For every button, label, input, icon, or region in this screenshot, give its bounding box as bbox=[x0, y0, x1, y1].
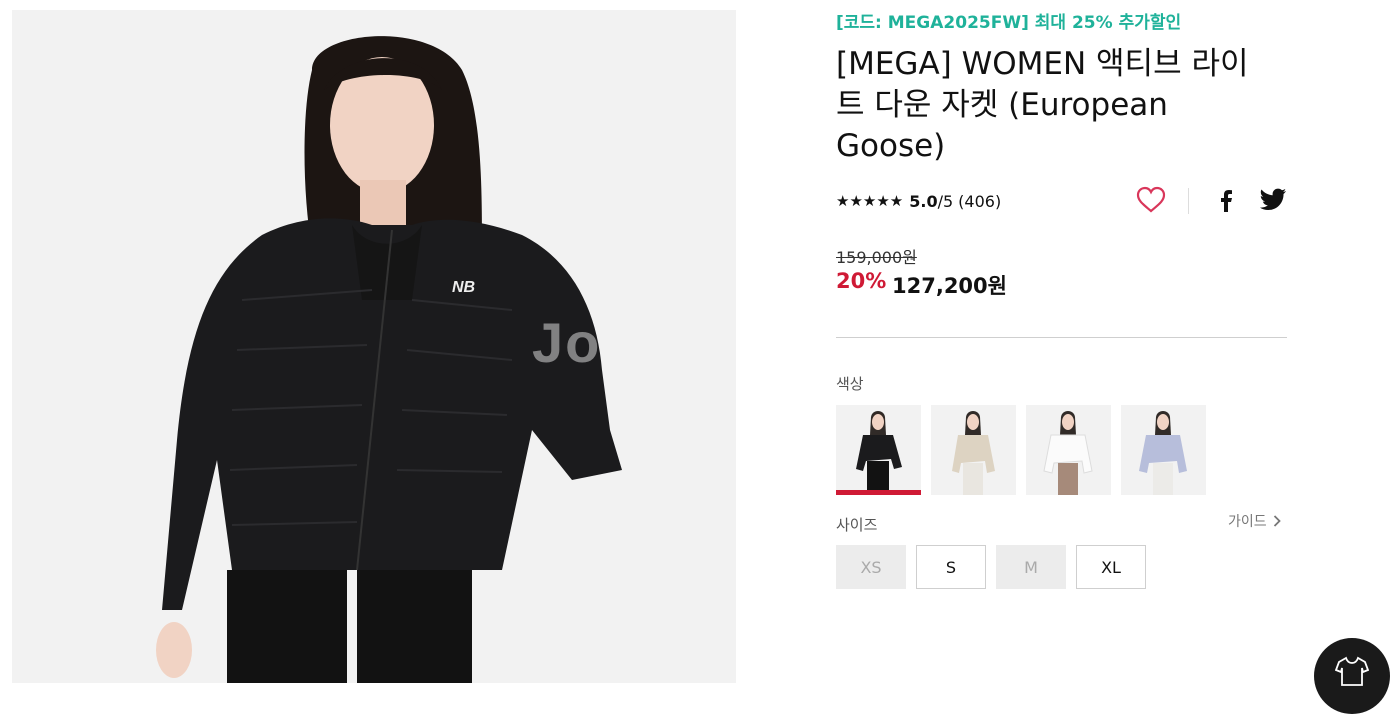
color-swatch-list bbox=[836, 405, 1206, 495]
heart-icon bbox=[1136, 186, 1166, 213]
selected-indicator bbox=[836, 490, 921, 495]
floating-fitting-button[interactable] bbox=[1314, 638, 1390, 714]
color-swatch-beige[interactable] bbox=[931, 405, 1016, 495]
size-option-m[interactable]: M bbox=[996, 545, 1066, 589]
size-option-s[interactable]: S bbox=[916, 545, 986, 589]
section-divider bbox=[836, 337, 1287, 338]
svg-text:NB: NB bbox=[452, 279, 475, 296]
share-divider bbox=[1188, 188, 1189, 214]
swatch-beige-thumbnail bbox=[931, 405, 1016, 495]
size-label: 사이즈 bbox=[836, 516, 878, 534]
original-price: 159,000원 bbox=[836, 248, 917, 267]
product-main-image: NB Jo bbox=[12, 10, 736, 683]
facebook-icon bbox=[1221, 190, 1232, 212]
shirt-icon bbox=[1335, 656, 1369, 686]
twitter-icon bbox=[1259, 188, 1286, 210]
discount-rate: 20% bbox=[836, 269, 887, 293]
swatch-white-thumbnail bbox=[1026, 405, 1111, 495]
sale-price: 127,200원 bbox=[892, 274, 1007, 298]
twitter-share-button[interactable] bbox=[1259, 188, 1287, 212]
model-illustration: NB bbox=[12, 10, 736, 683]
size-option-xl[interactable]: XL bbox=[1076, 545, 1146, 589]
size-guide-label: 가이드 bbox=[1228, 514, 1267, 530]
review-count: (406) bbox=[958, 191, 1002, 211]
color-swatch-black[interactable] bbox=[836, 405, 921, 495]
promo-code-text: [코드: MEGA2025FW] 최대 25% 추가할인 bbox=[836, 13, 1182, 33]
product-title: [MEGA] WOMEN 액티브 라이트 다운 자켓 (European Goo… bbox=[836, 46, 1249, 164]
color-swatch-lavender[interactable] bbox=[1121, 405, 1206, 495]
rating-score: 5.0 bbox=[909, 191, 938, 211]
size-option-xs[interactable]: XS bbox=[836, 545, 906, 589]
swatch-lavender-thumbnail bbox=[1121, 405, 1206, 495]
size-option-list: XS S M XL bbox=[836, 545, 1146, 589]
facebook-share-button[interactable] bbox=[1216, 186, 1236, 214]
watermark-text: Jo bbox=[532, 311, 602, 374]
color-label: 색상 bbox=[836, 375, 864, 393]
rating-denominator: /5 bbox=[937, 191, 954, 211]
color-swatch-white[interactable] bbox=[1026, 405, 1111, 495]
size-guide-link[interactable]: 가이드 bbox=[1228, 511, 1281, 531]
rating-summary[interactable]: ★★★★★ 5.0 /5 (406) bbox=[836, 189, 1001, 213]
chevron-right-icon bbox=[1273, 515, 1281, 527]
swatch-black-thumbnail bbox=[836, 405, 921, 495]
rating-stars-icon: ★★★★★ bbox=[836, 192, 904, 210]
wishlist-button[interactable] bbox=[1136, 186, 1166, 214]
